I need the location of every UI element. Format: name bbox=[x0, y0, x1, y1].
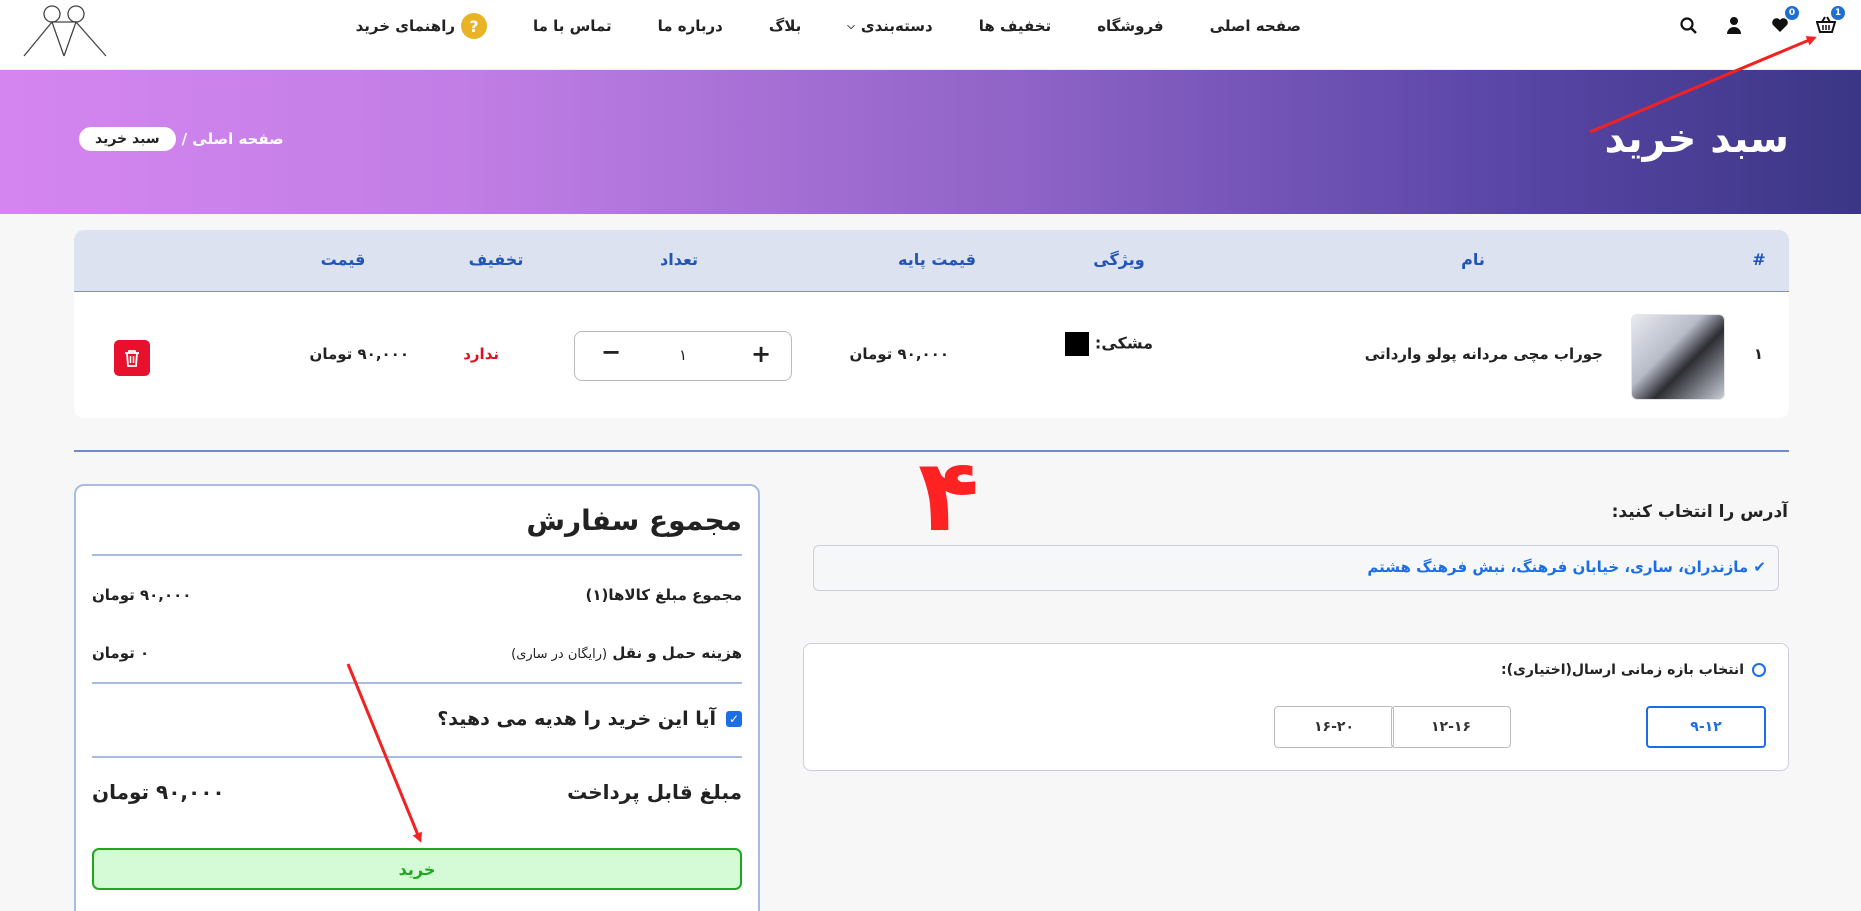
nav-categories-label: دسته‌بندی bbox=[860, 17, 933, 35]
cart-badge: 1 bbox=[1831, 6, 1845, 20]
nav-home[interactable]: صفحه اصلی bbox=[1210, 17, 1301, 35]
search-icon bbox=[1679, 16, 1697, 34]
th-discount: تخفیف bbox=[468, 250, 524, 269]
heart-icon bbox=[1772, 18, 1788, 32]
quantity-stepper: + ۱ − bbox=[574, 331, 792, 381]
nav-blog-label: بلاگ bbox=[768, 17, 802, 35]
items-total-value: ۹۰,۰۰۰ تومان bbox=[92, 586, 192, 604]
breadcrumb-current: سبد خرید bbox=[79, 127, 176, 151]
nav-discounts[interactable]: تخفیف ها bbox=[979, 17, 1051, 35]
nav-shop-label: فروشگاه bbox=[1097, 17, 1164, 35]
trash-icon bbox=[125, 350, 139, 367]
items-total-label: مجموع مبلغ کالاها(۱) bbox=[585, 586, 742, 604]
nav-blog[interactable]: بلاگ bbox=[769, 17, 801, 35]
time-slot-2[interactable]: ۱۲-۱۶ bbox=[1391, 706, 1511, 748]
feature-label: مشکی: bbox=[1094, 333, 1153, 353]
shipping-note: (رایگان در ساری) bbox=[511, 647, 608, 662]
nav-contact[interactable]: تماس با ما bbox=[533, 17, 612, 35]
account-button[interactable] bbox=[1721, 12, 1747, 38]
delivery-label-text: انتخاب بازه زمانی ارسال(اختیاری): bbox=[1501, 662, 1744, 678]
payable-value: ۹۰,۰۰۰ تومان bbox=[92, 780, 225, 804]
summary-title: مجموع سفارش bbox=[526, 504, 742, 537]
discount-value: ندارد bbox=[463, 345, 499, 363]
payable-label: مبلغ قابل پرداخت bbox=[567, 780, 742, 804]
user-icon bbox=[1727, 17, 1741, 34]
wishlist-button[interactable]: 0 bbox=[1767, 6, 1799, 38]
header-icons: 1 0 bbox=[1675, 6, 1845, 38]
th-quantity: تعداد bbox=[660, 250, 698, 269]
summary-divider bbox=[92, 756, 742, 758]
order-summary: مجموع سفارش مجموع مبلغ کالاها(۱) ۹۰,۰۰۰ … bbox=[74, 484, 760, 911]
delivery-time-card: انتخاب بازه زمانی ارسال(اختیاری): ۹-۱۲ ۱… bbox=[803, 643, 1789, 771]
nav-categories[interactable]: دسته‌بندی ⌵ bbox=[847, 17, 932, 35]
items-total-row: مجموع مبلغ کالاها(۱) ۹۰,۰۰۰ تومان bbox=[92, 586, 742, 604]
color-swatch bbox=[1064, 332, 1089, 356]
nav-guide-label: راهنمای خرید bbox=[355, 17, 455, 35]
nav-buying-guide[interactable]: ? راهنمای خرید bbox=[356, 13, 487, 39]
row-index: ۱ bbox=[1753, 345, 1763, 363]
cart-button[interactable]: 1 bbox=[1813, 6, 1845, 38]
breadcrumb-home[interactable]: صفحه اصلی / bbox=[182, 130, 284, 148]
clock-icon bbox=[1752, 663, 1766, 677]
nav-shop[interactable]: فروشگاه bbox=[1097, 17, 1163, 35]
qty-plus-button[interactable]: + bbox=[751, 340, 771, 368]
th-name: نام bbox=[1461, 250, 1485, 269]
help-icon: ? bbox=[460, 13, 487, 39]
payable-row: مبلغ قابل پرداخت ۹۰,۰۰۰ تومان bbox=[92, 780, 742, 804]
buy-button[interactable]: خرید bbox=[92, 848, 742, 890]
delete-item-button[interactable] bbox=[114, 340, 150, 376]
delivery-label: انتخاب بازه زمانی ارسال(اختیاری): bbox=[1501, 662, 1766, 678]
nav-discounts-label: تخفیف ها bbox=[978, 17, 1052, 35]
table-header: # نام ویژگی قیمت پایه تعداد تخفیف قیمت bbox=[74, 230, 1789, 292]
product-image[interactable] bbox=[1631, 314, 1725, 400]
summary-divider bbox=[92, 682, 742, 684]
time-slot-1[interactable]: ۹-۱۲ bbox=[1646, 706, 1766, 748]
site-header: صفحه اصلی فروشگاه تخفیف ها دسته‌بندی ⌵ بل… bbox=[0, 0, 1861, 70]
th-price: قیمت bbox=[320, 250, 366, 269]
shipping-label: هزینه حمل و نقل bbox=[612, 644, 742, 662]
logo[interactable] bbox=[22, 2, 108, 58]
shipping-label-wrap: هزینه حمل و نقل (رایگان در ساری) bbox=[511, 644, 742, 662]
th-feature: ویژگی bbox=[1093, 250, 1145, 269]
page-banner: سبد خرید صفحه اصلی / سبد خرید bbox=[0, 70, 1861, 214]
gift-checkbox[interactable]: ✓ bbox=[726, 711, 742, 727]
search-button[interactable] bbox=[1675, 12, 1701, 38]
gift-option[interactable]: ✓ آیا این خرید را هدیه می دهید؟ bbox=[437, 708, 742, 730]
nav-contact-label: تماس با ما bbox=[532, 17, 612, 35]
wishlist-badge: 0 bbox=[1785, 6, 1799, 20]
nav-about[interactable]: درباره ما bbox=[658, 17, 723, 35]
time-slot-3[interactable]: ۱۶-۲۰ bbox=[1274, 706, 1394, 748]
address-text: ✔ مازندران، ساری، خیابان فرهنگ، نبش فرهن… bbox=[1367, 558, 1766, 576]
nav-home-label: صفحه اصلی bbox=[1209, 17, 1301, 35]
th-index: # bbox=[1752, 250, 1766, 269]
main-nav: صفحه اصلی فروشگاه تخفیف ها دسته‌بندی ⌵ بل… bbox=[310, 0, 1301, 52]
annotation-number: ۴ bbox=[918, 437, 980, 554]
address-label: آدرس را انتخاب کنید: bbox=[1611, 502, 1788, 522]
nav-about-label: درباره ما bbox=[657, 17, 723, 35]
gift-label: آیا این خرید را هدیه می دهید؟ bbox=[437, 708, 716, 730]
chevron-down-icon: ⌵ bbox=[847, 20, 855, 32]
breadcrumb: صفحه اصلی / سبد خرید bbox=[79, 127, 284, 151]
th-base-price: قیمت پایه bbox=[898, 250, 976, 269]
qty-value[interactable]: ۱ bbox=[679, 346, 687, 364]
product-name[interactable]: جوراب مچی مردانه پولو وارداتی bbox=[1365, 345, 1603, 363]
base-price: ۹۰,۰۰۰ تومان bbox=[849, 345, 949, 363]
shipping-row: هزینه حمل و نقل (رایگان در ساری) ۰ تومان bbox=[92, 644, 742, 662]
shipping-value: ۰ تومان bbox=[92, 644, 150, 662]
qty-minus-button[interactable]: − bbox=[601, 338, 621, 366]
row-price: ۹۰,۰۰۰ تومان bbox=[309, 345, 409, 363]
summary-divider bbox=[92, 554, 742, 556]
page-title: سبد خرید bbox=[1604, 116, 1789, 162]
cart-table: # نام ویژگی قیمت پایه تعداد تخفیف قیمت ۱… bbox=[74, 230, 1789, 418]
product-feature: مشکی: bbox=[1064, 332, 1153, 356]
